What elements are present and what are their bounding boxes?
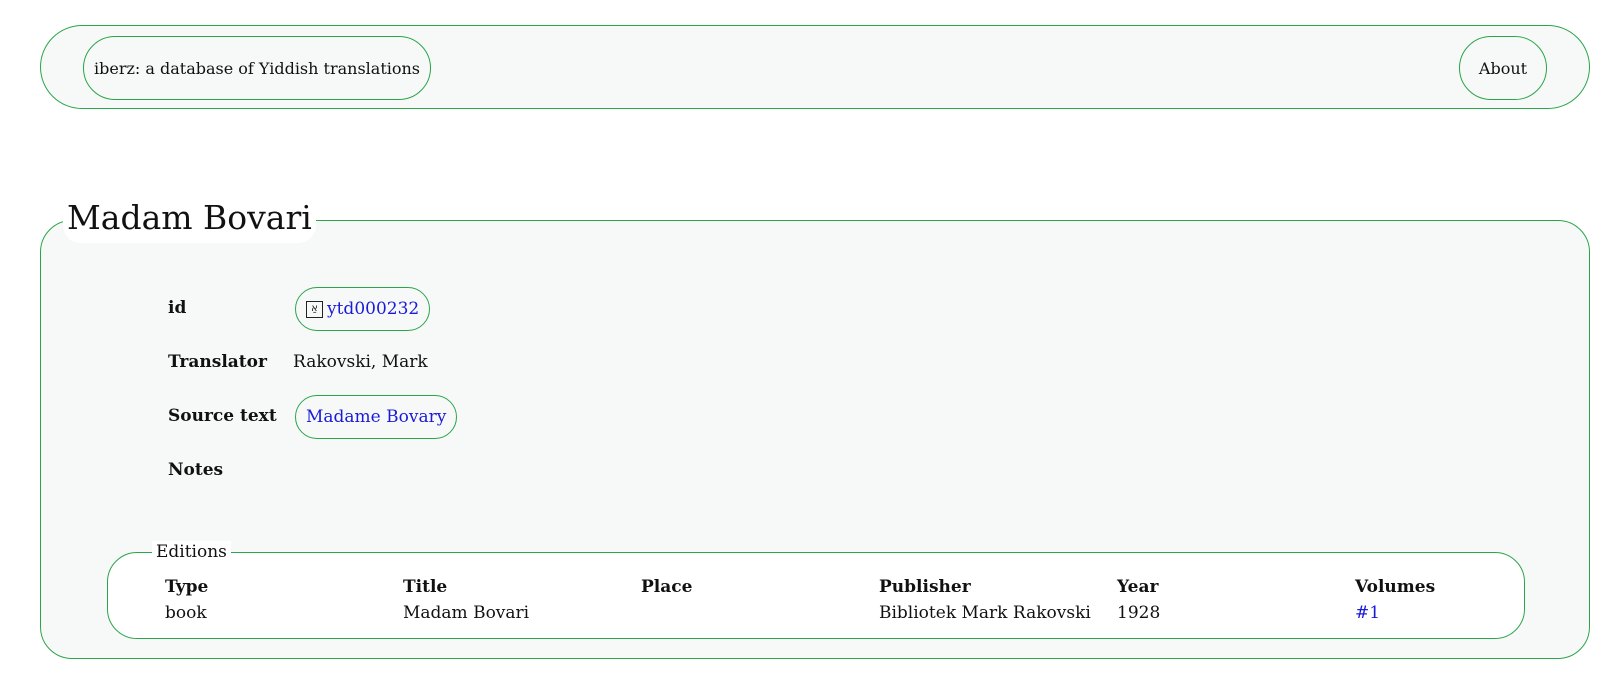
source-text-link[interactable]: Madame Bovary bbox=[295, 395, 458, 439]
notes-label: Notes bbox=[168, 460, 224, 480]
col-header-title: Title bbox=[403, 577, 448, 597]
about-link[interactable]: About bbox=[1459, 36, 1547, 100]
edition-type: book bbox=[165, 603, 207, 623]
source-text-value: Madame Bovary bbox=[306, 407, 447, 427]
edition-publisher: Bibliotek Mark Rakovski bbox=[879, 603, 1091, 623]
site-title-link[interactable]: iberz: a database of Yiddish translation… bbox=[83, 36, 431, 100]
page-title: Madam Bovari bbox=[63, 193, 316, 243]
edition-title: Madam Bovari bbox=[403, 603, 530, 623]
translator-label: Translator bbox=[168, 352, 267, 372]
yiddish-letter-icon: אַ bbox=[306, 300, 323, 318]
id-value: ytd000232 bbox=[327, 299, 420, 319]
col-header-place: Place bbox=[641, 577, 693, 597]
col-header-publisher: Publisher bbox=[879, 577, 971, 597]
col-header-year: Year bbox=[1117, 577, 1159, 597]
record-panel: Madam Bovari id אַ ytd000232 Translator … bbox=[40, 193, 1590, 659]
translator-value: Rakovski, Mark bbox=[293, 352, 428, 372]
editions-legend: Editions bbox=[152, 541, 231, 563]
editions-table: Editions Type Title Place Publisher Year… bbox=[107, 541, 1525, 639]
col-header-type: Type bbox=[165, 577, 209, 597]
id-label: id bbox=[168, 298, 187, 318]
edition-year: 1928 bbox=[1117, 603, 1161, 623]
col-header-volumes: Volumes bbox=[1355, 577, 1436, 597]
source-text-label: Source text bbox=[168, 406, 277, 426]
id-link[interactable]: אַ ytd000232 bbox=[295, 287, 431, 331]
site-header: iberz: a database of Yiddish translation… bbox=[40, 25, 1590, 109]
edition-volume-link[interactable]: #1 bbox=[1355, 603, 1380, 623]
